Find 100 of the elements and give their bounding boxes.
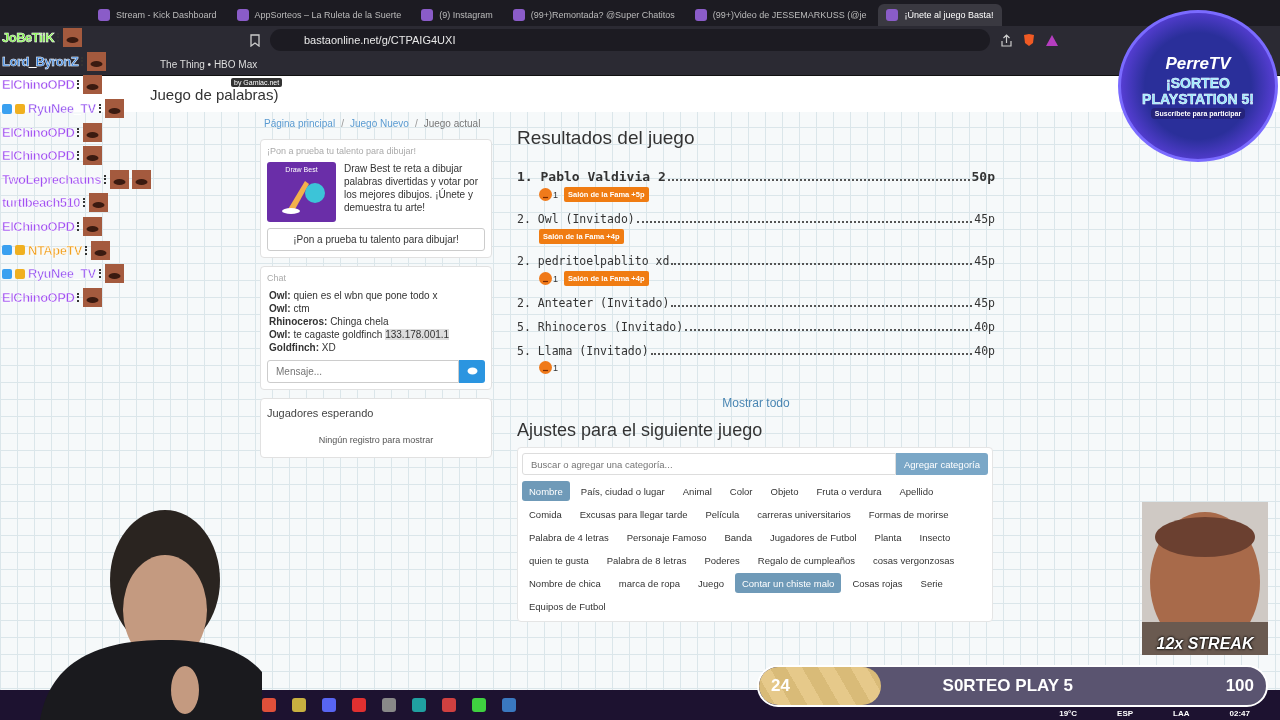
chat-username: ElChinoOPD — [2, 148, 75, 164]
player-name: Owl (Invitado) — [537, 212, 635, 226]
category-chip[interactable]: quien te gusta — [522, 550, 596, 570]
category-chip[interactable]: Insecto — [912, 527, 958, 547]
triangle-icon[interactable] — [1045, 33, 1059, 47]
card-heading: ¡Pon a prueba tu talento para dibujar! — [267, 146, 418, 156]
send-button[interactable] — [459, 360, 485, 383]
category-chip[interactable]: Serie — [913, 573, 950, 593]
taskbar-app-icon[interactable] — [262, 698, 276, 712]
address-bar[interactable]: bastaonline.net/g/CTPAIG4UXI — [270, 29, 990, 51]
chat-username: RyuNee_TV — [28, 266, 96, 282]
chat-username: turtlbeach510 — [2, 195, 81, 211]
browser-tab[interactable]: (99+)Video de JESSEMARKUSS (@je — [686, 4, 875, 26]
chat-username: ElChinoOPD — [2, 77, 75, 93]
browser-tab[interactable]: Stream - Kick Dashboard — [90, 4, 225, 26]
breadcrumb-separator: / — [414, 118, 418, 129]
settings-heading: Ajustes para el siguiente juego — [517, 420, 764, 441]
category-chip[interactable]: Formas de morirse — [861, 504, 956, 524]
bookmark-icon[interactable] — [250, 33, 260, 47]
category-chip[interactable]: Banda — [717, 527, 759, 547]
taskbar-app-icon[interactable] — [472, 698, 486, 712]
category-chip[interactable]: Comida — [522, 504, 569, 524]
category-chip[interactable]: Planta — [867, 527, 909, 547]
category-chip[interactable]: Equipos de Futbol — [522, 596, 613, 616]
badge-icon — [2, 268, 12, 279]
browser-tab[interactable]: AppSorteos – La Ruleta de la Suerte — [228, 4, 410, 26]
player-name: Anteater (Invitado) — [537, 296, 670, 310]
card-heading: Chat — [267, 273, 287, 283]
category-chip[interactable]: Objeto — [763, 481, 806, 501]
category-chip[interactable]: Juego — [691, 573, 731, 593]
bookmark-link[interactable]: The Thing • HBO Max — [160, 59, 258, 70]
category-chip[interactable]: Personaje Famoso — [619, 527, 714, 547]
goal-target: 100 — [1225, 676, 1254, 696]
browser-tab[interactable]: (99+)Remontada? @Super Chatitos — [504, 4, 683, 26]
chat-username: ElChinoOPD — [2, 219, 75, 235]
category-chip[interactable]: Cosas rojas — [845, 573, 910, 593]
share-icon[interactable] — [1000, 33, 1013, 47]
card-heading: Jugadores esperando — [267, 406, 375, 421]
category-chip[interactable]: marca de ropa — [611, 573, 688, 593]
chat-username: Lord_ByronZ — [2, 53, 79, 69]
badge-icon — [2, 245, 12, 256]
taskbar-app-icon[interactable] — [292, 698, 306, 712]
category-chip[interactable]: cosas vergonzosas — [866, 550, 962, 570]
player-score: 40p — [974, 320, 995, 334]
chat-message: Goldfinch: XD — [268, 341, 337, 354]
chat-username: RyuNee_TV — [28, 101, 96, 117]
result-rank: 2. — [517, 254, 532, 268]
layout-text[interactable]: LAA — [1173, 709, 1190, 718]
chat-username: NTApeTV — [28, 242, 83, 258]
speech-bubble-icon — [466, 367, 478, 376]
category-chip[interactable]: Animal — [675, 481, 719, 501]
browser-tab[interactable]: (9) Instagram — [413, 4, 501, 26]
badge-icon — [2, 103, 12, 114]
message-field[interactable]: Mensaje... — [267, 360, 459, 383]
shield-icon[interactable] — [1023, 33, 1035, 47]
goal-title: S0RTEO PLAY 5 — [941, 676, 1074, 696]
chat-message: Owl: ctm — [268, 302, 311, 315]
category-chip[interactable]: País, ciudad o lugar — [573, 481, 672, 501]
category-chip[interactable]: Película — [698, 504, 747, 524]
chat-username: ElChinoOPD — [2, 124, 75, 140]
taskbar-app-icon[interactable] — [382, 698, 396, 712]
breadcrumb: Juego actual — [423, 118, 481, 129]
category-chip[interactable]: Apellido — [892, 481, 941, 501]
result-rank: 1. — [517, 169, 534, 184]
angry-count: 1 — [539, 188, 558, 201]
breadcrumb-separator: / — [341, 118, 344, 129]
player-name: Pablo Valdivia 2 — [540, 169, 666, 184]
clock-text: 02:47 — [1229, 709, 1250, 718]
category-chip[interactable]: carreras universitarios — [750, 504, 858, 524]
player-name: Llama (Invitado) — [537, 344, 649, 358]
category-chip[interactable]: Nombre de chica — [522, 573, 608, 593]
show-all-link[interactable]: Mostrar todo — [722, 396, 790, 410]
category-chip[interactable]: Poderes — [697, 550, 747, 570]
player-score: 50p — [971, 169, 995, 184]
category-chip[interactable]: Palabra de 4 letras — [522, 527, 616, 547]
taskbar-app-icon[interactable] — [322, 698, 336, 712]
category-search-field[interactable]: Buscar o agregar una categoría... — [522, 453, 896, 475]
promo-button[interactable]: ¡Pon a prueba tu talento para dibujar! — [267, 228, 485, 251]
category-chip[interactable]: Excusas para llegar tarde — [572, 504, 695, 524]
category-chip[interactable]: Jugadores de Futbol — [762, 527, 864, 547]
taskbar-app-icon[interactable] — [412, 698, 426, 712]
browser-tab[interactable]: ¡Únete al juego Basta! — [878, 4, 1002, 26]
category-chip[interactable]: Fruta o verdura — [809, 481, 889, 501]
category-chip[interactable]: Palabra de 8 letras — [599, 550, 694, 570]
results-heading: Resultados del juego — [517, 126, 696, 150]
language-text[interactable]: ESP — [1117, 709, 1134, 718]
chat-username: JoBeTiiK — [2, 30, 55, 46]
chat-message: Owl: quien es el wbn que pone todo x — [268, 289, 439, 302]
player-score: 45p — [974, 254, 995, 268]
taskbar-app-icon[interactable] — [502, 698, 516, 712]
taskbar-app-icon[interactable] — [352, 698, 366, 712]
category-chip[interactable]: Regalo de cumpleaños — [750, 550, 862, 570]
emote-icon — [83, 75, 103, 95]
player-score: 45p — [974, 212, 995, 226]
result-rank: 2. — [517, 296, 532, 310]
taskbar-app-icon[interactable] — [442, 698, 456, 712]
emote-icon — [89, 193, 109, 213]
category-chip[interactable]: Color — [722, 481, 760, 501]
chat-message: Rhinoceros: Chinga chela — [268, 315, 390, 328]
result-rank: 5. — [517, 344, 532, 358]
